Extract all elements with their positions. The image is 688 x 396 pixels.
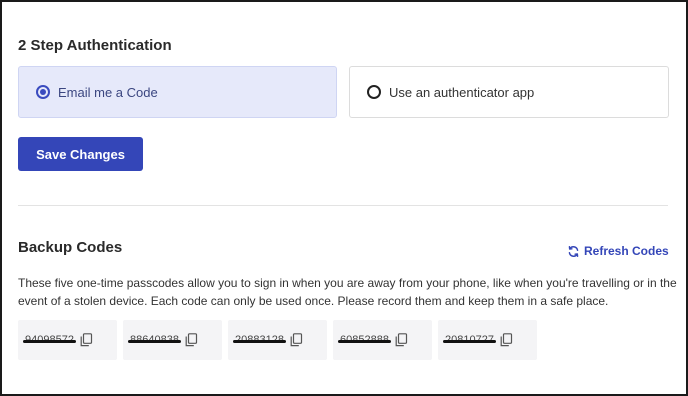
backup-code-item: 20883128 [228,320,327,360]
copy-icon[interactable] [500,333,513,347]
radio-selected-icon[interactable] [36,85,50,99]
backup-code-value: 88640838 [128,334,181,346]
copy-icon[interactable] [80,333,93,347]
radio-unselected-icon[interactable] [367,85,381,99]
refresh-icon [568,245,579,257]
backup-code-item: 88640838 [123,320,222,360]
backup-code-value: 60852888 [338,334,391,346]
option-app-label: Use an authenticator app [389,84,535,100]
backup-code-value: 20883128 [233,334,286,346]
copy-icon[interactable] [290,333,303,347]
refresh-codes-link[interactable]: Refresh Codes [567,244,669,258]
backup-description: These five one-time passcodes allow you … [18,276,677,308]
section-divider [18,205,668,206]
backup-code-item: 60852888 [333,320,432,360]
two-step-title: 2 Step Authentication [18,37,172,54]
copy-icon[interactable] [185,333,198,347]
backup-code-value: 94098572 [23,334,76,346]
backup-code-value: 20810727 [443,334,496,346]
option-authenticator-app[interactable]: Use an authenticator app [349,66,669,118]
option-email-code[interactable]: Email me a Code [18,66,337,118]
backup-codes-title: Backup Codes [18,239,123,256]
option-email-label: Email me a Code [58,84,158,100]
backup-code-item: 20810727 [438,320,537,360]
copy-icon[interactable] [395,333,408,347]
save-changes-button[interactable]: Save Changes [18,137,143,171]
settings-panel: 2 Step Authentication Email me a Code Us… [0,0,688,396]
refresh-codes-label: Refresh Codes [584,244,669,258]
backup-code-item: 94098572 [18,320,117,360]
